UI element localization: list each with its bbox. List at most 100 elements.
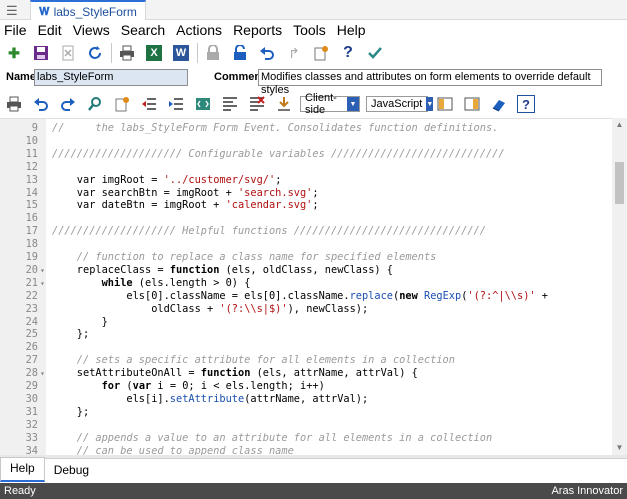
new-icon[interactable]: ✚ bbox=[3, 42, 25, 64]
language-select[interactable]: JavaScript ▼ bbox=[366, 96, 434, 112]
code-text: // the labs_StyleForm Form Event. Consol… bbox=[52, 122, 499, 134]
execution-location-select[interactable]: Client-side ▼ bbox=[300, 92, 360, 116]
line-number: 16 bbox=[25, 212, 38, 225]
panel-left-icon[interactable] bbox=[434, 93, 456, 115]
code-text: oldClass + '(?:\\s|$)'), newClass); bbox=[52, 302, 369, 315]
code-line: 29 for (var i = 0; i < els.length; i++) bbox=[0, 380, 612, 393]
find-icon[interactable] bbox=[84, 93, 106, 115]
print-icon[interactable] bbox=[116, 42, 138, 64]
code-line: 17 //////////////////// Helpful functions… bbox=[0, 225, 612, 238]
code-line: 30 els[i].setAttribute(attrName, attrVal… bbox=[0, 393, 612, 406]
scroll-up-icon[interactable]: ▲ bbox=[615, 120, 624, 130]
properties-row: Name labs_StyleForm Comment Modifies cla… bbox=[0, 67, 627, 96]
chevron-down-icon: ▼ bbox=[426, 97, 434, 111]
chevron-down-icon: ▼ bbox=[347, 97, 359, 111]
panel-right-icon[interactable] bbox=[461, 93, 483, 115]
line-number: 34 bbox=[25, 444, 38, 456]
discard-icon[interactable] bbox=[57, 42, 79, 64]
code-editor[interactable]: 9 // the labs_StyleForm Form Event. Conso… bbox=[0, 118, 627, 455]
tab-debug[interactable]: Debug bbox=[45, 460, 98, 482]
code-line: 22 els[0].className = els[0].className.r… bbox=[0, 290, 612, 303]
clear-format-icon[interactable] bbox=[246, 93, 268, 115]
vertical-scrollbar[interactable]: ▲ ▼ bbox=[612, 118, 627, 455]
code-line: 19 // function to replace a class name f… bbox=[0, 251, 612, 264]
word-icon[interactable]: W bbox=[170, 42, 192, 64]
scroll-down-icon[interactable]: ▼ bbox=[615, 443, 624, 453]
code-line: 14 var searchBtn = imgRoot + 'search.svg… bbox=[0, 187, 612, 200]
code-text: // sets a specific attribute for all ele… bbox=[52, 354, 455, 367]
editor-toolbar: Client-side ▼ JavaScript ▼ ? bbox=[0, 92, 627, 116]
code-line: 24 } bbox=[0, 316, 612, 329]
line-number: 10 bbox=[25, 134, 38, 147]
line-number: 33 bbox=[25, 431, 38, 444]
code-text: var imgRoot = '../customer/svg/'; bbox=[52, 173, 282, 186]
download-icon[interactable] bbox=[273, 93, 295, 115]
code-text: ///////////////////// Configurable varia… bbox=[52, 147, 505, 160]
code-line: 23 oldClass + '(?:\\s|$)'), newClass); bbox=[0, 303, 612, 316]
tab-help[interactable]: Help bbox=[0, 457, 45, 482]
code-snippet-icon[interactable] bbox=[192, 93, 214, 115]
code-line: 12 bbox=[0, 161, 612, 174]
excel-icon[interactable]: X bbox=[143, 42, 165, 64]
save-icon[interactable] bbox=[30, 42, 52, 64]
format-icon[interactable] bbox=[219, 93, 241, 115]
lock-icon[interactable] bbox=[202, 42, 224, 64]
name-field[interactable]: labs_StyleForm bbox=[34, 69, 188, 86]
fold-toggle-icon[interactable]: ▾ bbox=[40, 277, 45, 290]
line-number: 24 bbox=[25, 315, 38, 328]
menu-search[interactable]: Search bbox=[121, 22, 165, 38]
outdent-icon[interactable] bbox=[138, 93, 160, 115]
done-icon[interactable] bbox=[364, 42, 386, 64]
undo-icon[interactable] bbox=[256, 42, 278, 64]
line-number: 12 bbox=[25, 160, 38, 173]
menu-file[interactable]: File bbox=[4, 22, 27, 38]
menu-edit[interactable]: Edit bbox=[38, 22, 62, 38]
code-text: els[i].setAttribute(attrName, attrVal); bbox=[52, 392, 369, 405]
code-line: 9 // the labs_StyleForm Form Event. Conso… bbox=[0, 122, 612, 135]
menu-bar: File Edit Views Search Actions Reports T… bbox=[0, 20, 627, 40]
line-number: 14 bbox=[25, 186, 38, 199]
menu-views[interactable]: Views bbox=[73, 22, 110, 38]
code-line: 21 ▾ while (els.length > 0) { bbox=[0, 277, 612, 290]
code-line: 34 // can be used to append class name bbox=[0, 445, 612, 456]
promote-icon[interactable]: ↱ bbox=[283, 42, 305, 64]
code-text: for (var i = 0; i < els.length; i++) bbox=[101, 380, 325, 392]
claim-icon[interactable] bbox=[310, 42, 332, 64]
line-number: 25 bbox=[25, 328, 38, 341]
title-bar: ☰ 𝐖 labs_StyleForm bbox=[0, 0, 627, 20]
code-line: 15 var dateBtn = imgRoot + 'calendar.svg… bbox=[0, 199, 612, 212]
fold-toggle-icon[interactable]: ▾ bbox=[40, 264, 45, 277]
line-number: 9 bbox=[31, 122, 38, 134]
code-line: 25 }; bbox=[0, 328, 612, 341]
line-number: 22 bbox=[25, 289, 38, 302]
code-line: 26 bbox=[0, 341, 612, 354]
indent-icon[interactable] bbox=[165, 93, 187, 115]
document-tab[interactable]: 𝐖 labs_StyleForm bbox=[30, 0, 146, 20]
code-text: els[0].className = els[0].className.repl… bbox=[52, 289, 549, 302]
paste-icon[interactable] bbox=[111, 93, 133, 115]
print-icon[interactable] bbox=[3, 93, 25, 115]
language-value: JavaScript bbox=[371, 98, 423, 110]
help-icon[interactable]: ? bbox=[337, 42, 359, 64]
tab-title: labs_StyleForm bbox=[53, 5, 137, 19]
code-text: // appends a value to an attribute for a… bbox=[52, 431, 493, 444]
menu-tools[interactable]: Tools bbox=[293, 22, 326, 38]
fold-toggle-icon[interactable]: ▾ bbox=[40, 367, 45, 380]
menu-actions[interactable]: Actions bbox=[176, 22, 222, 38]
scrollbar-thumb[interactable] bbox=[615, 162, 624, 204]
unlock-icon[interactable] bbox=[229, 42, 251, 64]
book-icon[interactable] bbox=[488, 93, 510, 115]
menu-reports[interactable]: Reports bbox=[233, 22, 282, 38]
line-number: 11 bbox=[25, 147, 38, 160]
line-number: 18 bbox=[25, 238, 38, 251]
redo-icon[interactable] bbox=[57, 93, 79, 115]
menu-help[interactable]: Help bbox=[337, 22, 366, 38]
refresh-icon[interactable] bbox=[84, 42, 106, 64]
comment-field[interactable]: Modifies classes and attributes on form … bbox=[258, 69, 602, 96]
code-line: 31 }; bbox=[0, 406, 612, 419]
code-line: 28 ▾ setAttributeOnAll = function (els, a… bbox=[0, 367, 612, 380]
help-icon[interactable]: ? bbox=[515, 93, 537, 115]
bottom-tab-bar: Help Debug bbox=[0, 457, 627, 482]
undo-icon[interactable] bbox=[30, 93, 52, 115]
app-menu-icon[interactable]: ☰ bbox=[6, 3, 18, 19]
